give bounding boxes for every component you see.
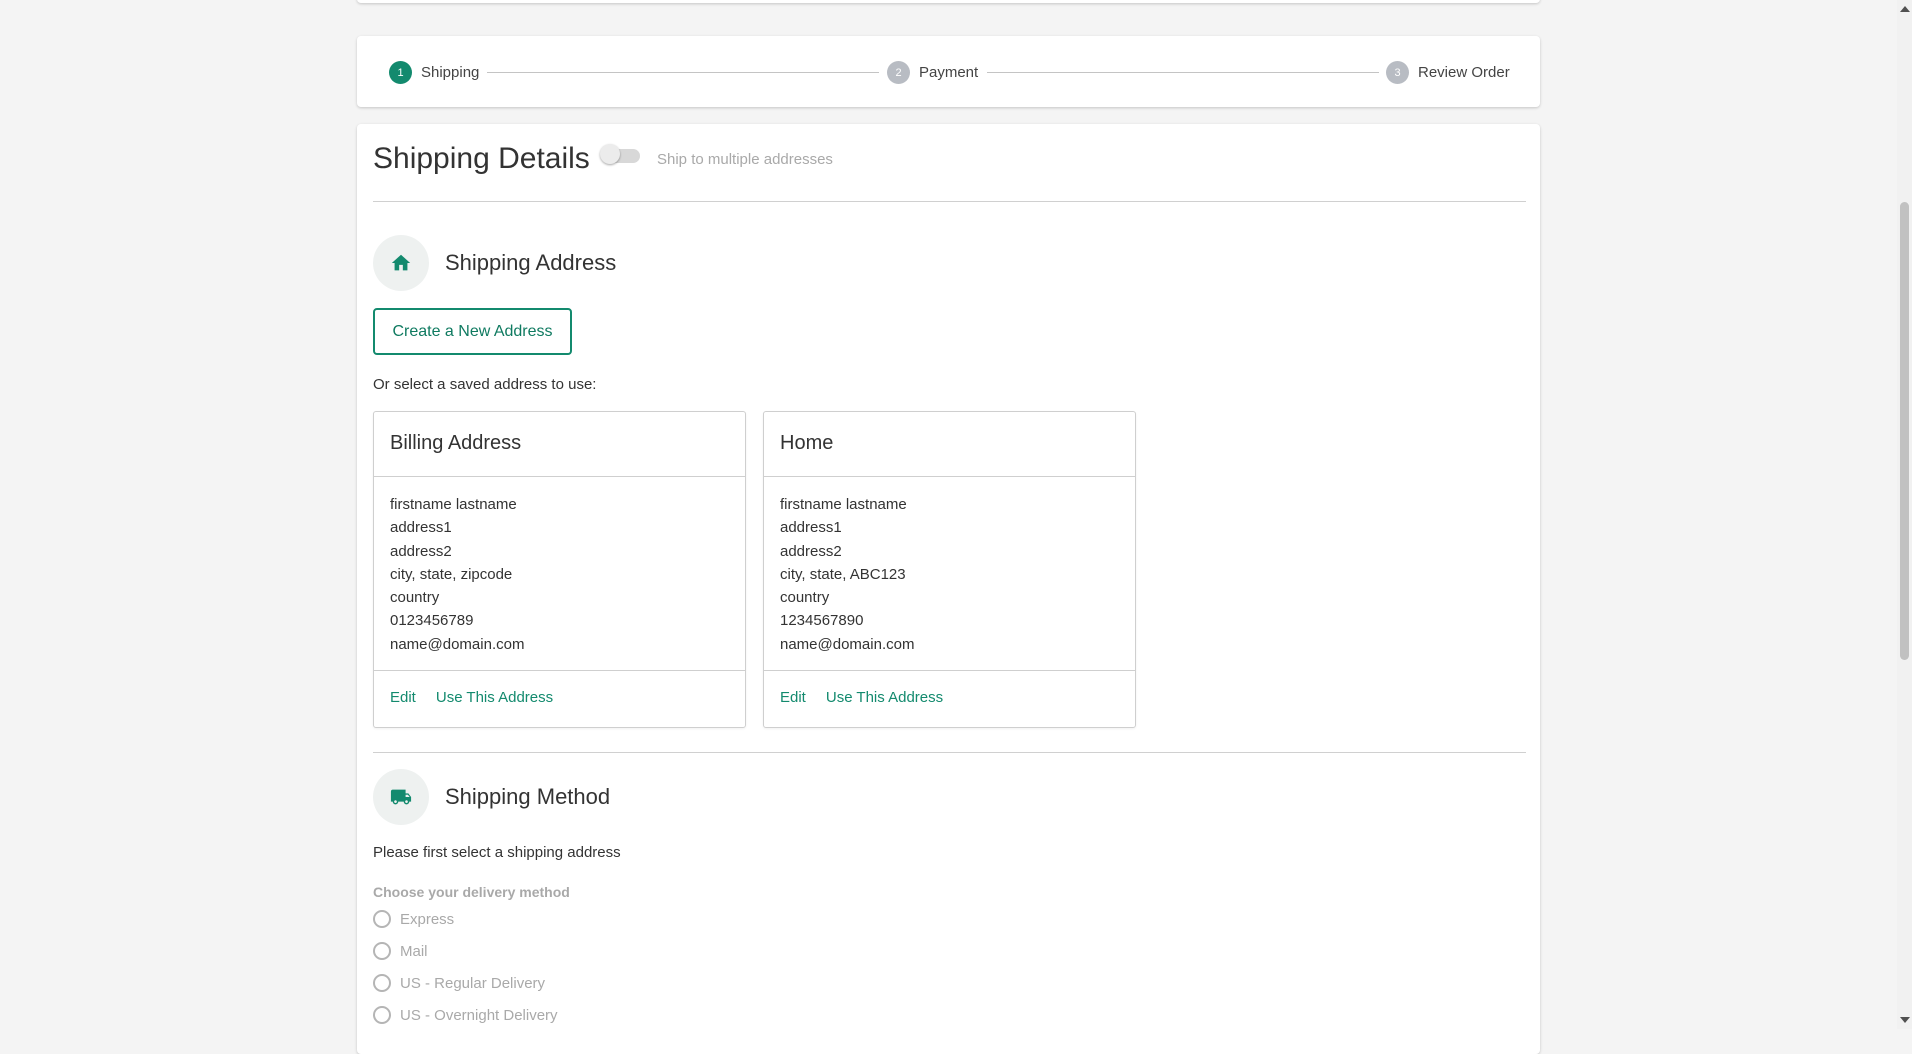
scroll-down-icon[interactable] [1900,1017,1910,1023]
address-line1: address1 [780,519,842,537]
option-label: US - Regular Delivery [400,974,546,992]
address-icon-badge [373,235,429,291]
radio-button[interactable] [373,942,391,960]
card-actions: Edit Use This Address [390,689,553,706]
card-actions: Edit Use This Address [780,689,943,706]
delivery-method-label: Choose your delivery method [373,884,570,900]
delivery-option-express[interactable]: Express [373,910,454,928]
address-city: city, state, ABC123 [780,565,906,583]
address-card-home: Home firstname lastname address1 address… [763,411,1136,728]
divider [373,201,1526,202]
step-label-review-order: Review Order [1418,64,1510,81]
edit-address-link[interactable]: Edit [390,689,416,706]
edit-address-link[interactable]: Edit [780,689,806,706]
address-country: country [390,589,440,607]
address-name: firstname lastname [780,496,907,513]
address-email: name@domain.com [390,635,525,653]
shipping-method-hint: Please first select a shipping address [373,844,621,861]
address-lines: firstname lastname address1 address2 cit… [780,493,914,656]
address-city: city, state, zipcode [390,565,513,583]
step-connector [987,72,1379,73]
address-lines: firstname lastname address1 address2 cit… [390,493,524,656]
create-new-address-button[interactable]: Create a New Address [373,308,572,355]
shipping-details-panel: Shipping Details Ship to multiple addres… [357,124,1540,1054]
multiple-addresses-label: Ship to multiple addresses [657,151,833,168]
scroll-thumb[interactable] [1900,202,1909,660]
card-header: Home [764,412,1135,477]
address-email: name@domain.com [780,635,915,653]
card-divider [374,670,745,671]
option-label: Express [400,910,455,928]
address-line2: address2 [780,542,842,560]
card-header: Billing Address [374,412,745,477]
card-title: Home [780,432,834,454]
top-panel [357,0,1540,3]
option-label: Mail [400,942,428,960]
shipping-method-title: Shipping Method [445,784,611,809]
address-phone: 1234567890 [780,612,864,630]
delivery-option-mail[interactable]: Mail [373,942,428,960]
step-number-1: 1 [389,61,412,84]
use-this-address-link[interactable]: Use This Address [826,689,943,706]
page-title: Shipping Details [373,142,590,175]
step-shipping: 1 Shipping [389,61,479,84]
step-label-payment: Payment [919,64,979,81]
scroll-up-icon[interactable] [1900,6,1910,12]
radio-button[interactable] [373,1006,391,1024]
radio-button[interactable] [373,910,391,928]
option-label: US - Overnight Delivery [400,1006,558,1024]
delivery-option-us-overnight[interactable]: US - Overnight Delivery [373,1006,558,1024]
home-icon [391,254,411,271]
address-line1: address1 [390,519,452,537]
checkout-stepper: 1 Shipping 2 Payment 3 Review Order [357,36,1540,107]
step-connector [487,72,879,73]
step-review-order: 3 Review Order [1386,61,1510,84]
step-number-3: 3 [1386,61,1409,84]
use-this-address-link[interactable]: Use This Address [436,689,553,706]
toggle-knob[interactable] [600,144,620,164]
step-label-shipping: Shipping [421,64,480,81]
radio-button[interactable] [373,974,391,992]
address-line2: address2 [390,542,452,560]
vertical-scrollbar[interactable] [1897,0,1912,1029]
saved-address-hint: Or select a saved address to use: [373,376,597,393]
address-card-billing: Billing Address firstname lastname addre… [373,411,746,728]
address-name: firstname lastname [390,496,517,513]
card-title: Billing Address [390,432,522,454]
address-country: country [780,589,830,607]
step-number-2: 2 [887,61,910,84]
divider [373,752,1526,753]
delivery-option-us-regular[interactable]: US - Regular Delivery [373,974,545,992]
step-payment: 2 Payment [887,61,978,84]
card-divider [764,670,1135,671]
method-icon-badge [373,769,429,825]
truck-icon [390,789,412,805]
shipping-address-title: Shipping Address [445,250,617,275]
address-phone: 0123456789 [390,612,474,630]
